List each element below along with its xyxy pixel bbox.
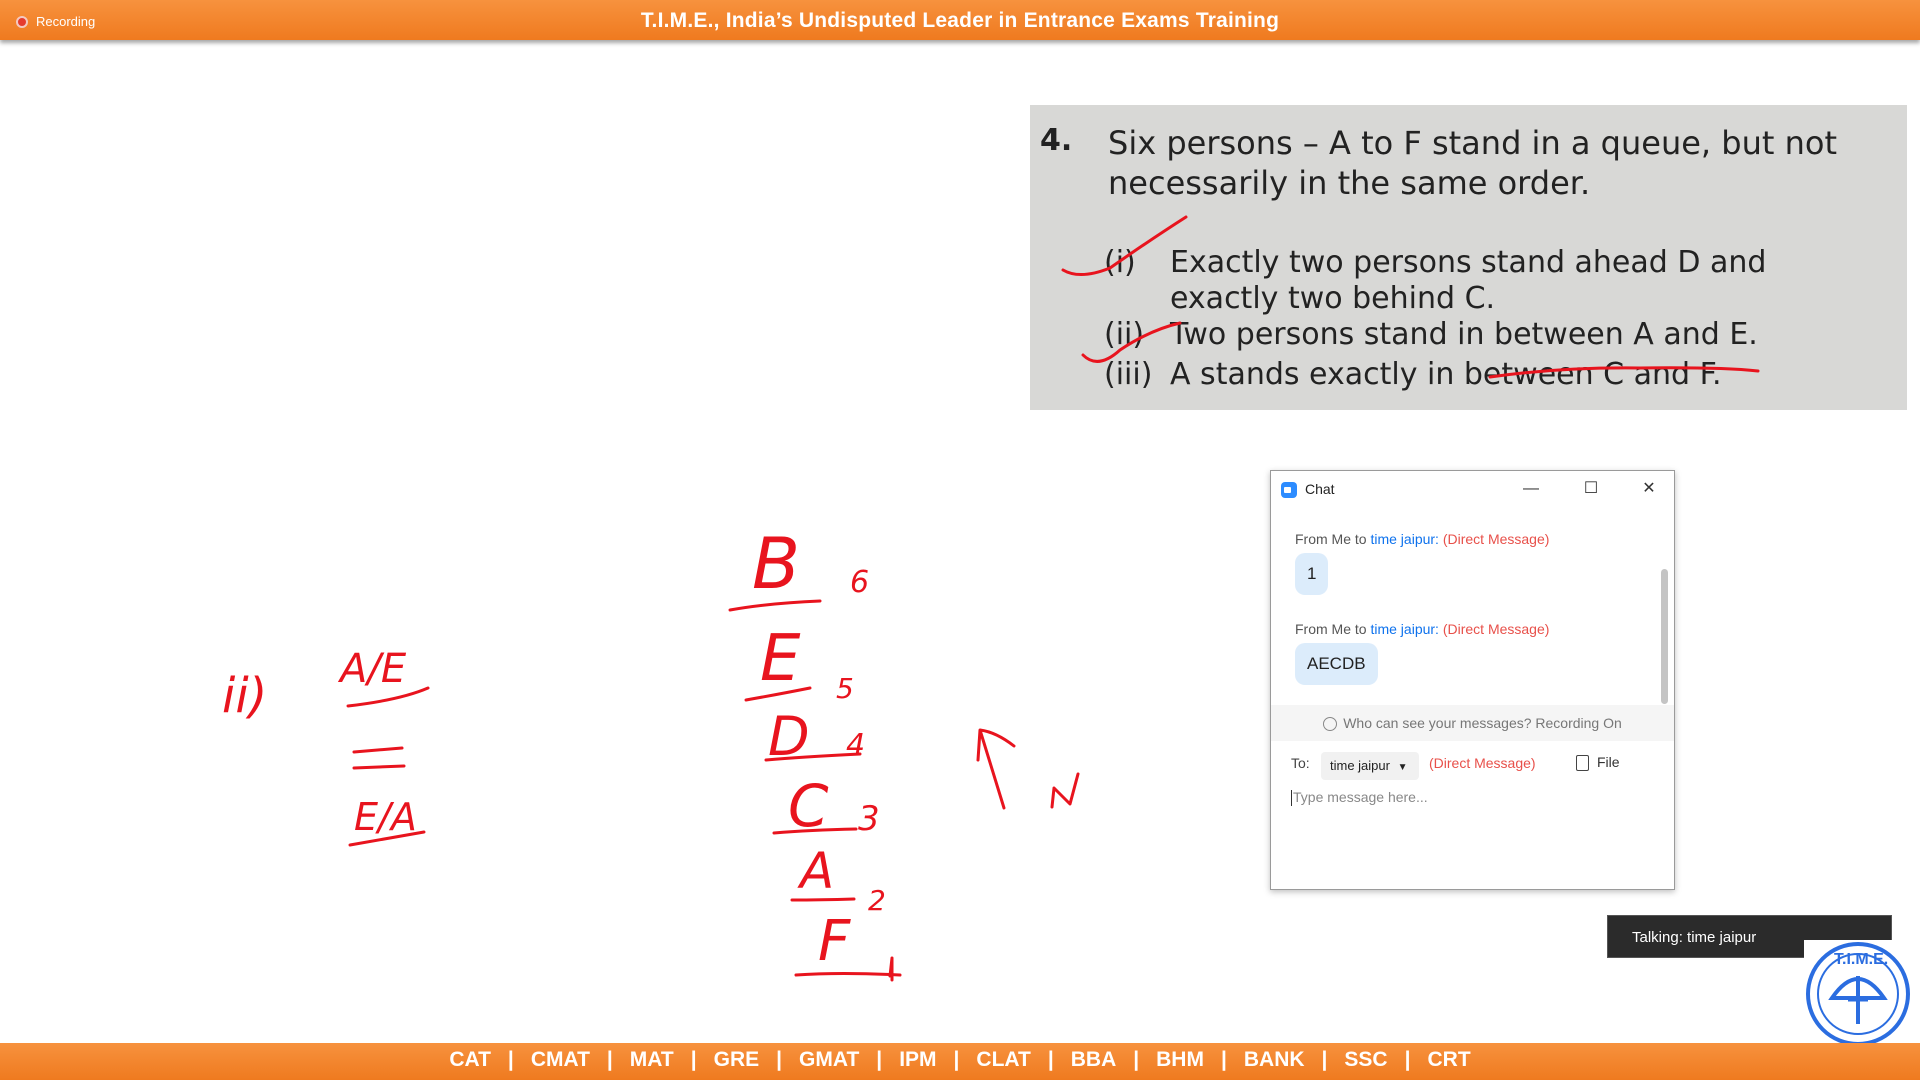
queue-number: 2 (868, 884, 886, 917)
chat-window: Chat — ☐ ✕ From Me to time jaipur: (Dire… (1270, 470, 1675, 890)
close-icon[interactable]: ✕ (1637, 477, 1661, 501)
exam-separator: | (1321, 1048, 1328, 1071)
message-from: From Me to (1295, 621, 1367, 637)
user-lock-icon (1323, 717, 1338, 732)
message-meta: From Me to time jaipur: (Direct Message) (1295, 621, 1549, 637)
exam-list: CAT | CMAT | MAT | GRE | GMAT | IPM | CLAT | BBA | BHM | B… (0, 1048, 1920, 1072)
exam-cat: CAT (449, 1048, 491, 1071)
exam-bhm: BHM (1156, 1048, 1204, 1071)
exam-separator: | (953, 1048, 960, 1071)
file-label: File (1597, 754, 1620, 770)
queue-letter: B (752, 523, 800, 605)
queue-number: 3 (858, 799, 880, 839)
message-tag: (Direct Message) (1442, 531, 1550, 547)
queue-number: 6 (850, 565, 869, 600)
exam-bank: BANK (1243, 1048, 1305, 1071)
zoom-logo-icon (1281, 482, 1297, 498)
recipient-tag: (Direct Message) (1429, 755, 1536, 771)
exam-separator: | (876, 1048, 883, 1071)
to-label: To: (1291, 755, 1310, 771)
chat-title: Chat (1305, 481, 1335, 497)
maximize-icon[interactable]: ☐ (1579, 477, 1603, 501)
exam-separator: | (507, 1048, 514, 1071)
message-tag: (Direct Message) (1442, 621, 1550, 637)
note-ae: A/E (337, 646, 407, 692)
exam-ssc: SSC (1344, 1048, 1388, 1071)
svg-text:T.I.M.E.: T.I.M.E. (1834, 951, 1888, 968)
exam-separator: | (1133, 1048, 1140, 1071)
chat-scrollbar[interactable] (1661, 569, 1668, 704)
note-ii: ii) (222, 668, 267, 724)
queue-letter: D (768, 705, 810, 768)
exam-separator: | (1047, 1048, 1054, 1071)
exam-ipm: IPM (899, 1048, 937, 1071)
recipient-value: time jaipur (1330, 758, 1390, 773)
tick-mark (1081, 321, 1182, 363)
exam-crt: CRT (1427, 1048, 1471, 1071)
note-ea: E/A (354, 795, 417, 839)
queue-letter: F (818, 909, 851, 974)
chat-titlebar[interactable]: Chat — ☐ ✕ (1271, 471, 1674, 507)
message-bubble: AECDB (1295, 643, 1378, 685)
underline-mark (1488, 366, 1760, 379)
exam-clat: CLAT (976, 1048, 1031, 1071)
chevron-down-icon: ▼ (1397, 762, 1408, 773)
exam-bba: BBA (1070, 1048, 1117, 1071)
exam-gmat: GMAT (799, 1048, 860, 1071)
message-recipient[interactable]: time jaipur: (1370, 621, 1438, 637)
text-caret (1291, 790, 1292, 807)
time-logo: T.I.M.E. (1804, 940, 1920, 1046)
exam-separator: | (776, 1048, 783, 1071)
message-bubble: 1 (1295, 553, 1329, 595)
time-logo-icon: T.I.M.E. (1806, 942, 1910, 1046)
exam-mat: MAT (629, 1048, 674, 1071)
queue-number: 5 (836, 672, 854, 705)
minimize-icon[interactable]: — (1519, 477, 1543, 501)
message-meta: From Me to time jaipur: (Direct Message) (1295, 531, 1549, 547)
queue-letter: C (788, 772, 829, 840)
file-button[interactable]: File (1576, 754, 1620, 772)
tick-mark (1061, 215, 1188, 276)
file-icon (1576, 755, 1589, 772)
privacy-notice[interactable]: Who can see your messages? Recording On (1271, 705, 1674, 741)
exam-cmat: CMAT (530, 1048, 590, 1071)
message-input[interactable]: Type message here... (1291, 789, 1428, 807)
queue-letter: E (760, 622, 801, 696)
exam-gre: GRE (713, 1048, 760, 1071)
exam-separator: | (606, 1048, 613, 1071)
exam-separator: | (1220, 1048, 1227, 1071)
message-recipient[interactable]: time jaipur: (1370, 531, 1438, 547)
recipient-dropdown[interactable]: time jaipur ▼ (1321, 752, 1419, 780)
exam-separator: | (1404, 1048, 1411, 1071)
exam-separator: | (690, 1048, 697, 1071)
exam-list-bar: CAT | CMAT | MAT | GRE | GMAT | IPM | CLAT | BBA | BHM | B… (0, 1043, 1920, 1080)
privacy-text: Who can see your messages? Recording On (1343, 715, 1622, 731)
queue-number: 4 (846, 728, 865, 763)
message-placeholder: Type message here... (1293, 789, 1428, 805)
queue-letter: A (797, 842, 834, 900)
message-from: From Me to (1295, 531, 1367, 547)
